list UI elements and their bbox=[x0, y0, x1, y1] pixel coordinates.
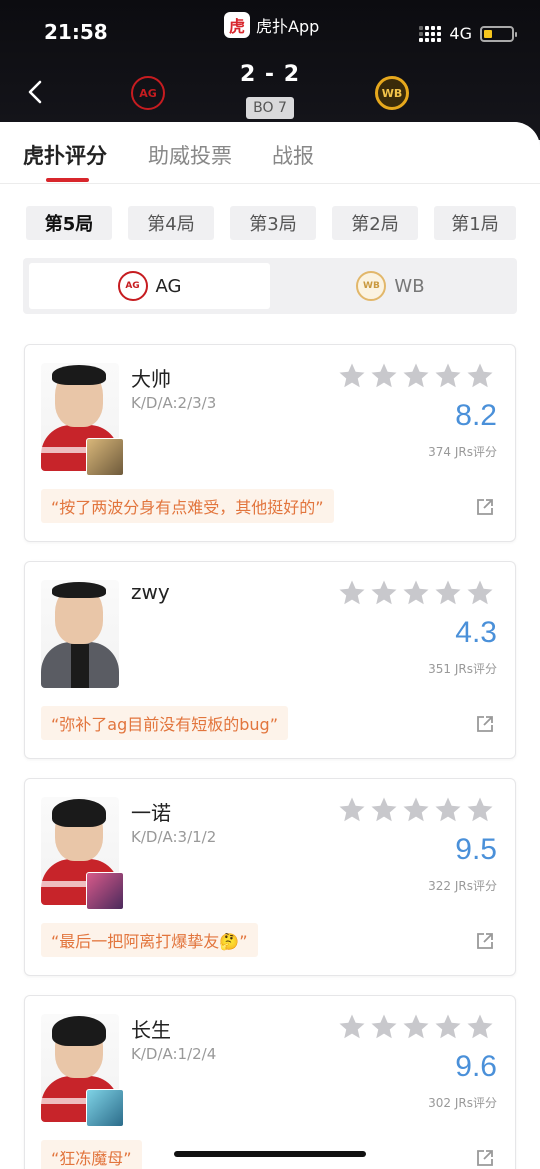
tab-cheer-vote[interactable]: 助威投票 bbox=[148, 140, 232, 170]
star-icon[interactable] bbox=[465, 361, 495, 391]
top-comment[interactable]: “弥补了ag目前没有短板的bug” bbox=[41, 706, 288, 740]
star-icon[interactable] bbox=[401, 1012, 431, 1042]
battery-icon bbox=[480, 25, 517, 42]
round-2-button[interactable]: 第2局 bbox=[332, 206, 418, 240]
star-icon[interactable] bbox=[433, 795, 463, 825]
star-rating-input[interactable] bbox=[337, 795, 495, 825]
player-avatar bbox=[41, 580, 119, 688]
top-comment[interactable]: “最后一把阿离打爆挚友🤔” bbox=[41, 923, 258, 957]
star-icon[interactable] bbox=[337, 795, 367, 825]
star-rating-input[interactable] bbox=[337, 578, 495, 608]
tab-bar: 虎扑评分 助威投票 战报 bbox=[0, 122, 540, 184]
share-icon[interactable] bbox=[475, 714, 495, 734]
player-name: zwy bbox=[131, 580, 170, 604]
top-comment[interactable]: “狂冻魔母” bbox=[41, 1140, 142, 1169]
round-3-button[interactable]: 第3局 bbox=[230, 206, 316, 240]
star-icon[interactable] bbox=[433, 578, 463, 608]
signal-icon bbox=[419, 25, 442, 42]
app-name: 虎扑App bbox=[256, 17, 320, 36]
tab-hupu-rating[interactable]: 虎扑评分 bbox=[23, 140, 107, 170]
team-switch: AG AG WB WB bbox=[23, 258, 517, 314]
star-icon[interactable] bbox=[433, 361, 463, 391]
status-indicators: 4G bbox=[419, 24, 517, 43]
share-icon[interactable] bbox=[475, 931, 495, 951]
vote-count: 302 JRs评分 bbox=[428, 1096, 497, 1110]
star-icon[interactable] bbox=[337, 578, 367, 608]
share-icon[interactable] bbox=[475, 1148, 495, 1168]
team-name: WB bbox=[394, 275, 425, 297]
round-5-button[interactable]: 第5局 bbox=[26, 206, 112, 240]
star-icon[interactable] bbox=[337, 1012, 367, 1042]
player-rating: 9.6 bbox=[455, 1050, 497, 1083]
tab-match-report[interactable]: 战报 bbox=[272, 140, 314, 170]
round-4-button[interactable]: 第4局 bbox=[128, 206, 214, 240]
player-card[interactable]: 一诺 K/D/A:3/1/2 9.5 322 JRs评分 “最后一把阿离打爆挚友… bbox=[24, 778, 516, 976]
match-header: 21:58 虎 虎扑App 4G AG 2 - 2 BO 7 WB bbox=[0, 0, 540, 140]
match-score: 2 - 2 bbox=[239, 62, 301, 87]
status-time: 21:58 bbox=[44, 20, 108, 44]
player-card[interactable]: 长生 K/D/A:1/2/4 9.6 302 JRs评分 “狂冻魔母” bbox=[24, 995, 516, 1169]
app-chip[interactable]: 虎 虎扑App bbox=[224, 12, 319, 38]
star-icon[interactable] bbox=[465, 795, 495, 825]
star-icon[interactable] bbox=[401, 361, 431, 391]
tab-active-indicator bbox=[46, 178, 89, 182]
wb-logo-icon: WB bbox=[356, 271, 387, 301]
team-switch-ag[interactable]: AG AG bbox=[29, 263, 270, 309]
team-wb-logo[interactable]: WB bbox=[375, 76, 409, 110]
player-card[interactable]: 大帅 K/D/A:2/3/3 8.2 374 JRs评分 “按了两波分身有点难受… bbox=[24, 344, 516, 542]
star-icon[interactable] bbox=[369, 578, 399, 608]
player-kda: K/D/A:3/1/2 bbox=[131, 828, 217, 846]
star-icon[interactable] bbox=[433, 1012, 463, 1042]
ratings-sheet: 虎扑评分 助威投票 战报 第5局 第4局 第3局 第2局 第1局 AG AG W… bbox=[0, 122, 540, 1169]
ag-logo-icon: AG bbox=[117, 271, 148, 301]
home-indicator bbox=[174, 1151, 366, 1157]
star-icon[interactable] bbox=[465, 1012, 495, 1042]
top-comment[interactable]: “按了两波分身有点难受，其他挺好的” bbox=[41, 489, 334, 523]
team-name: AG bbox=[155, 275, 182, 297]
star-icon[interactable] bbox=[337, 361, 367, 391]
ratings-content: 第5局 第4局 第3局 第2局 第1局 AG AG WB WB 大帅 K/D/A… bbox=[0, 184, 540, 1169]
hero-avatar-icon bbox=[86, 438, 124, 476]
star-icon[interactable] bbox=[369, 361, 399, 391]
hero-avatar-icon bbox=[86, 872, 124, 910]
star-rating-input[interactable] bbox=[337, 361, 495, 391]
player-kda: K/D/A:1/2/4 bbox=[131, 1045, 217, 1063]
player-name: 长生 bbox=[131, 1018, 171, 1042]
star-icon[interactable] bbox=[369, 795, 399, 825]
player-rating: 9.5 bbox=[455, 833, 497, 866]
vote-count: 374 JRs评分 bbox=[428, 445, 497, 459]
player-name: 一诺 bbox=[131, 801, 171, 825]
round-1-button[interactable]: 第1局 bbox=[434, 206, 516, 240]
star-icon[interactable] bbox=[401, 795, 431, 825]
app-logo-icon: 虎 bbox=[224, 12, 250, 38]
hero-avatar-icon bbox=[86, 1089, 124, 1127]
player-card[interactable]: zwy 4.3 351 JRs评分 “弥补了ag目前没有短板的bug” bbox=[24, 561, 516, 759]
vote-count: 351 JRs评分 bbox=[428, 662, 497, 676]
share-icon[interactable] bbox=[475, 497, 495, 517]
vote-count: 322 JRs评分 bbox=[428, 879, 497, 893]
star-icon[interactable] bbox=[465, 578, 495, 608]
round-selector: 第5局 第4局 第3局 第2局 第1局 bbox=[26, 206, 516, 240]
match-format-badge: BO 7 bbox=[246, 97, 294, 119]
player-rating: 8.2 bbox=[455, 399, 497, 432]
star-icon[interactable] bbox=[369, 1012, 399, 1042]
network-type: 4G bbox=[449, 24, 472, 43]
team-switch-wb[interactable]: WB WB bbox=[270, 263, 511, 309]
star-icon[interactable] bbox=[401, 578, 431, 608]
player-kda: K/D/A:2/3/3 bbox=[131, 394, 217, 412]
player-rating: 4.3 bbox=[455, 616, 497, 649]
player-name: 大帅 bbox=[131, 367, 171, 391]
star-rating-input[interactable] bbox=[337, 1012, 495, 1042]
